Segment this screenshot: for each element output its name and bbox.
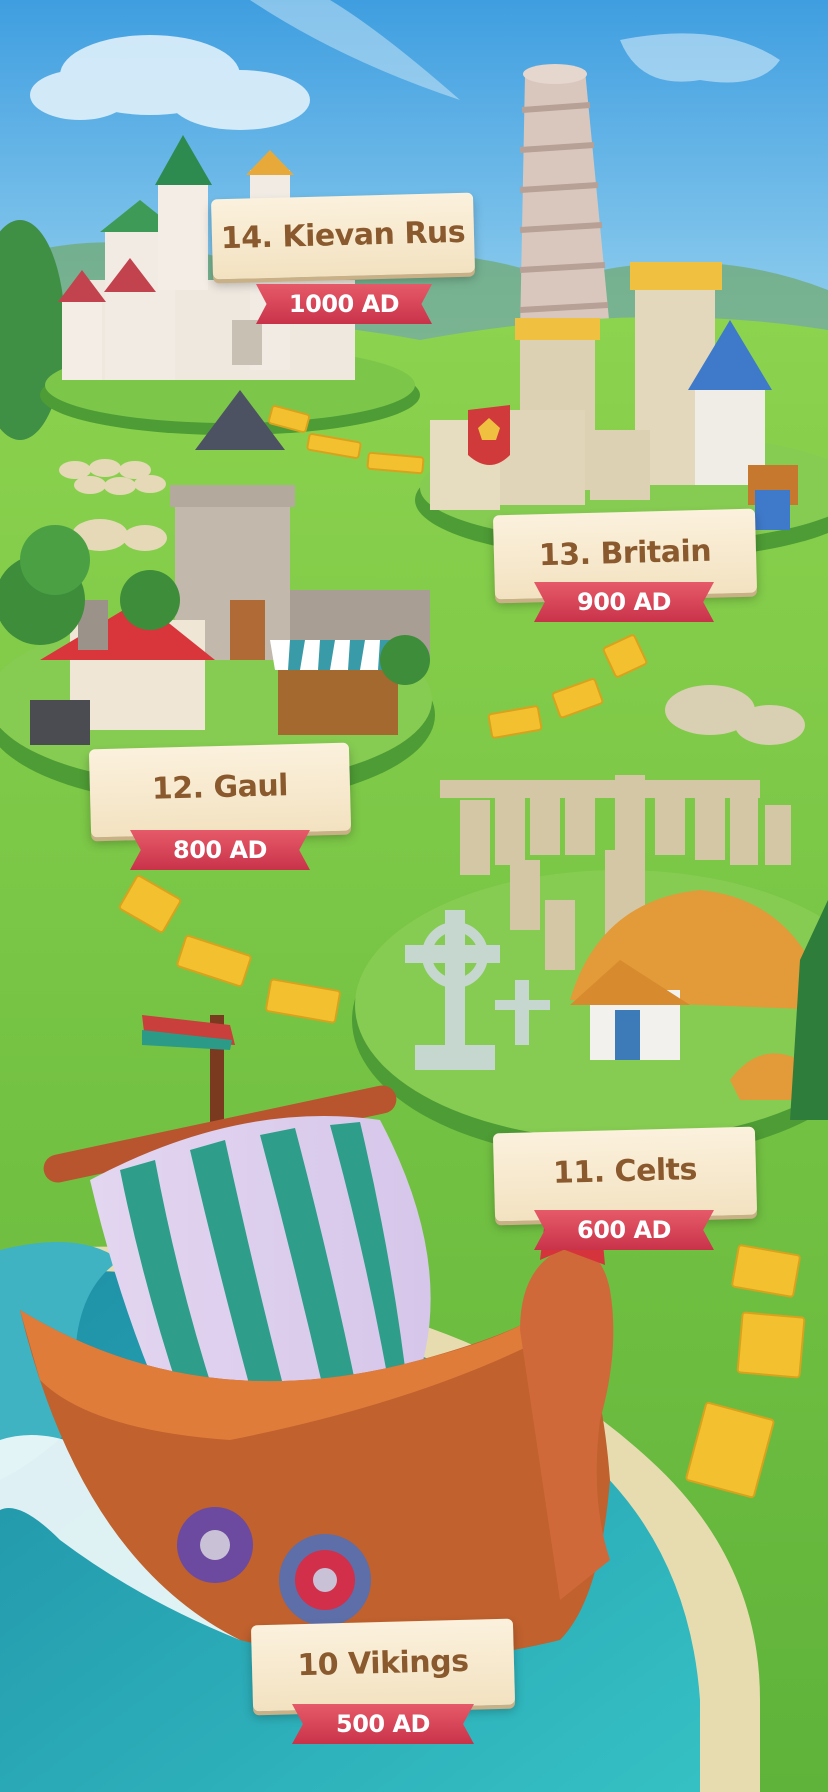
level-era-ribbon: 800 AD	[130, 830, 310, 870]
level-name: 11. Celts	[552, 1152, 698, 1191]
level-name-plaque: 12. Gaul	[88, 742, 352, 838]
level-era: 1000 AD	[288, 290, 400, 318]
level-name-plaque: 10 Vikings	[250, 1618, 516, 1712]
level-name-plaque: 14. Kievan Rus	[210, 192, 476, 280]
level-name: 12. Gaul	[151, 768, 289, 807]
level-era: 800 AD	[173, 836, 267, 864]
level-era-ribbon: 900 AD	[534, 582, 714, 622]
level-name: 14. Kievan Rus	[220, 214, 466, 257]
level-era: 600 AD	[577, 1216, 671, 1244]
level-label[interactable]: 12. Gaul 800 AD	[88, 742, 352, 876]
level-era-ribbon: 600 AD	[534, 1210, 714, 1250]
level-era-ribbon: 500 AD	[292, 1704, 474, 1744]
level-era: 500 AD	[336, 1710, 430, 1738]
game-map: 14. Kievan Rus 1000 AD 13. Britain 900 A…	[0, 0, 828, 1792]
level-name: 10 Vikings	[296, 1643, 469, 1684]
level-name: 13. Britain	[538, 533, 712, 574]
level-label[interactable]: 14. Kievan Rus 1000 AD	[210, 192, 476, 332]
level-era-ribbon: 1000 AD	[256, 284, 432, 324]
level-era: 900 AD	[577, 588, 671, 616]
level-name-plaque: 11. Celts	[492, 1126, 758, 1222]
level-label[interactable]: 10 Vikings 500 AD	[250, 1618, 516, 1762]
level-label[interactable]: 11. Celts 600 AD	[492, 1126, 758, 1260]
level-label[interactable]: 13. Britain 900 AD	[492, 508, 758, 648]
